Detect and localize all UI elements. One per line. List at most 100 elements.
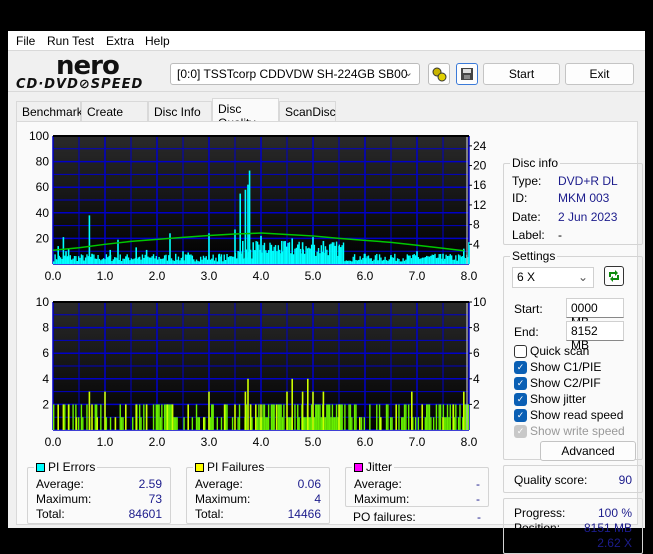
- data-bar: [366, 256, 368, 264]
- x-tick-label: 8.0: [461, 269, 478, 283]
- data-bar: [356, 260, 359, 264]
- data-peak-bar: [416, 251, 418, 264]
- tab-scandisc[interactable]: ScanDisc: [279, 101, 336, 122]
- data-bar: [352, 256, 354, 264]
- tab-disc-quality[interactable]: Disc Quality: [212, 98, 279, 130]
- data-bar: [444, 258, 446, 264]
- y-tick-label: 8: [42, 321, 49, 335]
- data-bar: [236, 258, 238, 264]
- data-peak-bar: [67, 248, 70, 264]
- data-peak-bar: [109, 249, 111, 264]
- data-bar: [376, 404, 378, 430]
- floppy-disk-icon: [461, 68, 473, 80]
- data-bar: [61, 258, 63, 264]
- drive-select[interactable]: [0:0] TSSTcorp CDDVDW SH-224GB SB00 ⌄: [170, 63, 420, 85]
- disc-type-value: DVD+R DL: [558, 174, 618, 188]
- data-bar: [309, 417, 311, 430]
- quick-scan-checkbox[interactable]: Quick scan: [514, 344, 589, 358]
- menu-bar: File Run Test Extra Help: [8, 31, 645, 51]
- drive-info-button[interactable]: [428, 63, 450, 85]
- data-bar: [75, 256, 77, 264]
- data-bar: [114, 257, 116, 264]
- data-bar: [407, 404, 410, 430]
- menu-run-test[interactable]: Run Test: [47, 34, 94, 48]
- pi-failures-average: 0.06: [297, 477, 321, 491]
- tab-create-disc[interactable]: Create Disc: [81, 101, 148, 133]
- data-peak-bar: [75, 417, 78, 430]
- data-bar: [315, 255, 317, 264]
- x-tick-label: 6.0: [357, 269, 374, 283]
- data-peak-bar: [135, 247, 137, 264]
- jitter-average: -: [476, 477, 480, 491]
- data-bar: [313, 244, 316, 264]
- y-tick-label: 6: [42, 346, 49, 360]
- end-input[interactable]: 8152 MB: [566, 321, 624, 352]
- data-bar: [310, 404, 313, 430]
- data-bar: [305, 246, 307, 264]
- data-peak-bar: [301, 391, 304, 430]
- data-bar: [258, 404, 260, 430]
- start-button[interactable]: Start: [483, 63, 560, 85]
- tab-disc-info[interactable]: Disc Info: [148, 101, 212, 122]
- date-label: Date:: [512, 210, 541, 224]
- show-jitter-checkbox[interactable]: ✓ Show jitter: [514, 392, 586, 406]
- refresh-speed-button[interactable]: [604, 266, 624, 286]
- data-bar: [54, 254, 56, 264]
- data-peak-bar: [88, 391, 91, 430]
- data-bar: [226, 404, 228, 430]
- show-read-speed-checkbox[interactable]: ✓ Show read speed: [514, 408, 623, 422]
- y-tick-label: 60: [36, 180, 50, 194]
- checkbox-label: Show C1/PIE: [530, 360, 602, 374]
- data-bar: [448, 417, 450, 430]
- data-bar: [421, 257, 424, 264]
- data-bar: [231, 417, 234, 430]
- menu-help[interactable]: Help: [145, 34, 170, 48]
- data-bar: [277, 404, 280, 430]
- avg-label: Average:: [36, 477, 84, 491]
- show-c1-pie-checkbox[interactable]: ✓ Show C1/PIE: [514, 360, 601, 374]
- data-bar: [327, 404, 329, 430]
- menu-extra[interactable]: Extra: [106, 34, 134, 48]
- data-bar: [93, 254, 95, 264]
- data-peak-bar: [88, 215, 91, 264]
- start-input[interactable]: 0000 MB: [566, 298, 624, 329]
- checkmark-icon: ✓: [514, 392, 527, 406]
- data-bar: [197, 417, 199, 430]
- data-peak-bar: [275, 404, 278, 430]
- progress-value: 100 %: [597, 506, 632, 520]
- data-bar: [107, 257, 109, 264]
- data-bar: [384, 256, 386, 264]
- data-bar: [344, 261, 346, 264]
- data-bar: [428, 404, 431, 430]
- speed-select[interactable]: 6 X ⌄: [512, 267, 594, 288]
- data-bar: [298, 241, 300, 264]
- data-peak-bar: [322, 240, 325, 264]
- data-peak-bar: [62, 404, 65, 430]
- data-bar: [431, 254, 433, 264]
- y2-tick-label: 8: [473, 218, 480, 232]
- data-peak-bar: [312, 391, 314, 430]
- data-bar: [423, 257, 425, 264]
- y2-tick-label: 16: [473, 178, 487, 192]
- data-peak-bar: [166, 404, 169, 430]
- data-bar: [399, 261, 402, 264]
- x-tick-label: 0.0: [45, 435, 62, 449]
- checkbox-unchecked-icon: [514, 344, 527, 358]
- advanced-button[interactable]: Advanced: [540, 441, 636, 461]
- data-peak-bar: [114, 417, 117, 430]
- save-button[interactable]: [456, 63, 478, 85]
- data-peak-bar: [171, 404, 174, 430]
- tab-benchmark[interactable]: Benchmark: [16, 101, 83, 122]
- progress-box: Progress: 100 % Position: 8151 MB Speed:…: [503, 498, 643, 554]
- y2-tick-label: 20: [473, 159, 487, 173]
- data-bar: [319, 404, 321, 430]
- po-failures-value: -: [477, 510, 481, 524]
- menu-file[interactable]: File: [16, 34, 35, 48]
- show-c2-pif-checkbox[interactable]: ✓ Show C2/PIF: [514, 376, 601, 390]
- data-bar: [212, 254, 214, 264]
- disc-id-value: MKM 003: [558, 191, 610, 205]
- data-bar: [424, 257, 427, 264]
- data-bar: [98, 258, 101, 264]
- data-bar: [432, 417, 435, 430]
- exit-button[interactable]: Exit: [565, 63, 634, 85]
